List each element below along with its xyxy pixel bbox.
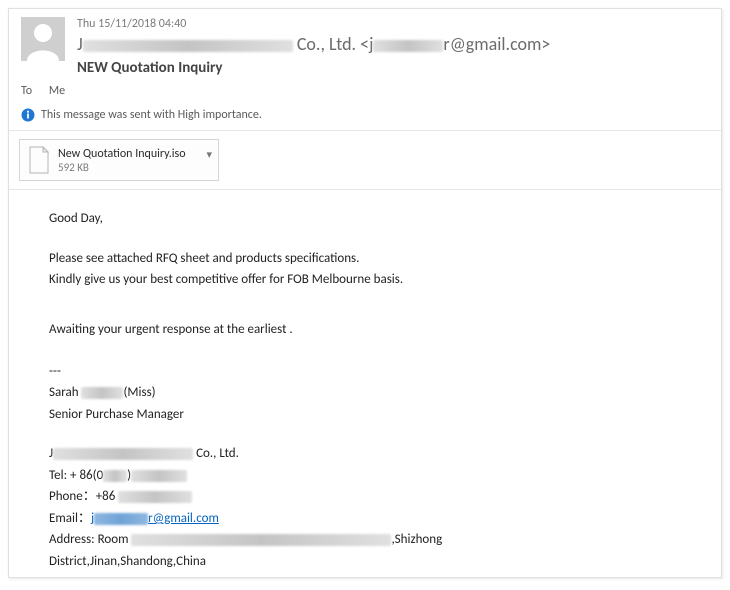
signature-tel: Tel: + 86(0) (49, 467, 681, 485)
avatar (21, 17, 65, 77)
email-subject: NEW Quotation Inquiry (77, 59, 709, 77)
signature-address-1: Address: Room ,Shizhong (49, 531, 681, 549)
signature-title: Senior Purchase Manager (49, 406, 681, 424)
to-recipient: Me (49, 84, 65, 98)
sig-name-suffix: (Miss) (123, 385, 155, 400)
signature-phone: Phone：+86 (49, 488, 681, 506)
sig-email-suffix: r@gmail.com (148, 511, 219, 526)
redacted-company (53, 448, 193, 460)
sig-name-prefix: Sarah (49, 385, 81, 400)
redacted-tel-num (131, 470, 187, 482)
info-icon (21, 108, 35, 122)
body-line-1: Please see attached RFQ sheet and produc… (49, 250, 681, 268)
redacted-email-local (373, 40, 443, 52)
sig-phone-label: Phone：+86 (49, 489, 118, 504)
signature-email: Email：jr@gmail.com (49, 510, 681, 528)
importance-banner: This message was sent with High importan… (9, 104, 721, 130)
redacted-tel-area (103, 470, 127, 482)
redacted-phone (118, 491, 192, 503)
sig-addr-prefix: Address: Room (49, 532, 131, 547)
redacted-address (131, 534, 391, 546)
importance-text: This message was sent with High importan… (41, 108, 262, 122)
signature-company: J Co., Ltd. (49, 445, 681, 463)
attachment-item[interactable]: New Quotation Inquiry.iso 592 KB ▾ (19, 139, 219, 181)
attachment-area: New Quotation Inquiry.iso 592 KB ▾ (9, 131, 721, 189)
attachment-info: New Quotation Inquiry.iso 592 KB (58, 147, 210, 175)
redacted-surname (81, 387, 123, 399)
greeting: Good Day, (49, 210, 681, 228)
redacted-email (94, 513, 148, 525)
sender-mid: Co., Ltd. <j (293, 33, 374, 55)
to-label: To (21, 84, 32, 98)
sig-company-suffix: Co., Ltd. (193, 446, 239, 461)
chevron-down-icon[interactable]: ▾ (206, 148, 212, 161)
sig-addr-suffix: ,Shizhong (391, 532, 442, 547)
sender-email-suffix: r@gmail.com> (443, 33, 550, 55)
to-row: To Me (9, 83, 721, 104)
attachment-name: New Quotation Inquiry.iso (58, 147, 210, 161)
email-timestamp: Thu 15/11/2018 04:40 (77, 17, 709, 31)
sender-prefix: J (77, 33, 83, 55)
sig-tel-label: Tel: + 86(0 (49, 468, 103, 483)
sender-line: J Co., Ltd. <j r@gmail.com> (77, 33, 709, 56)
sig-email-label: Email： (49, 511, 91, 526)
email-message-pane: Thu 15/11/2018 04:40 J Co., Ltd. <j r@gma… (8, 8, 722, 578)
email-body: Good Day, Please see attached RFQ sheet … (9, 190, 721, 578)
person-icon (21, 17, 65, 61)
signature-separator: --- (49, 363, 681, 381)
signature-name: Sarah (Miss) (49, 384, 681, 402)
body-line-2: Kindly give us your best competitive off… (49, 271, 681, 289)
header-meta: Thu 15/11/2018 04:40 J Co., Ltd. <j r@gma… (77, 17, 709, 77)
signature-address-2: District,Jinan,Shandong,China (49, 553, 681, 571)
body-line-3: Awaiting your urgent response at the ear… (49, 321, 681, 339)
email-header: Thu 15/11/2018 04:40 J Co., Ltd. <j r@gma… (9, 9, 721, 83)
redacted-sender (83, 40, 293, 52)
file-icon (28, 146, 50, 174)
attachment-size: 592 KB (58, 161, 210, 174)
signature-email-link[interactable]: jr@gmail.com (91, 511, 219, 526)
